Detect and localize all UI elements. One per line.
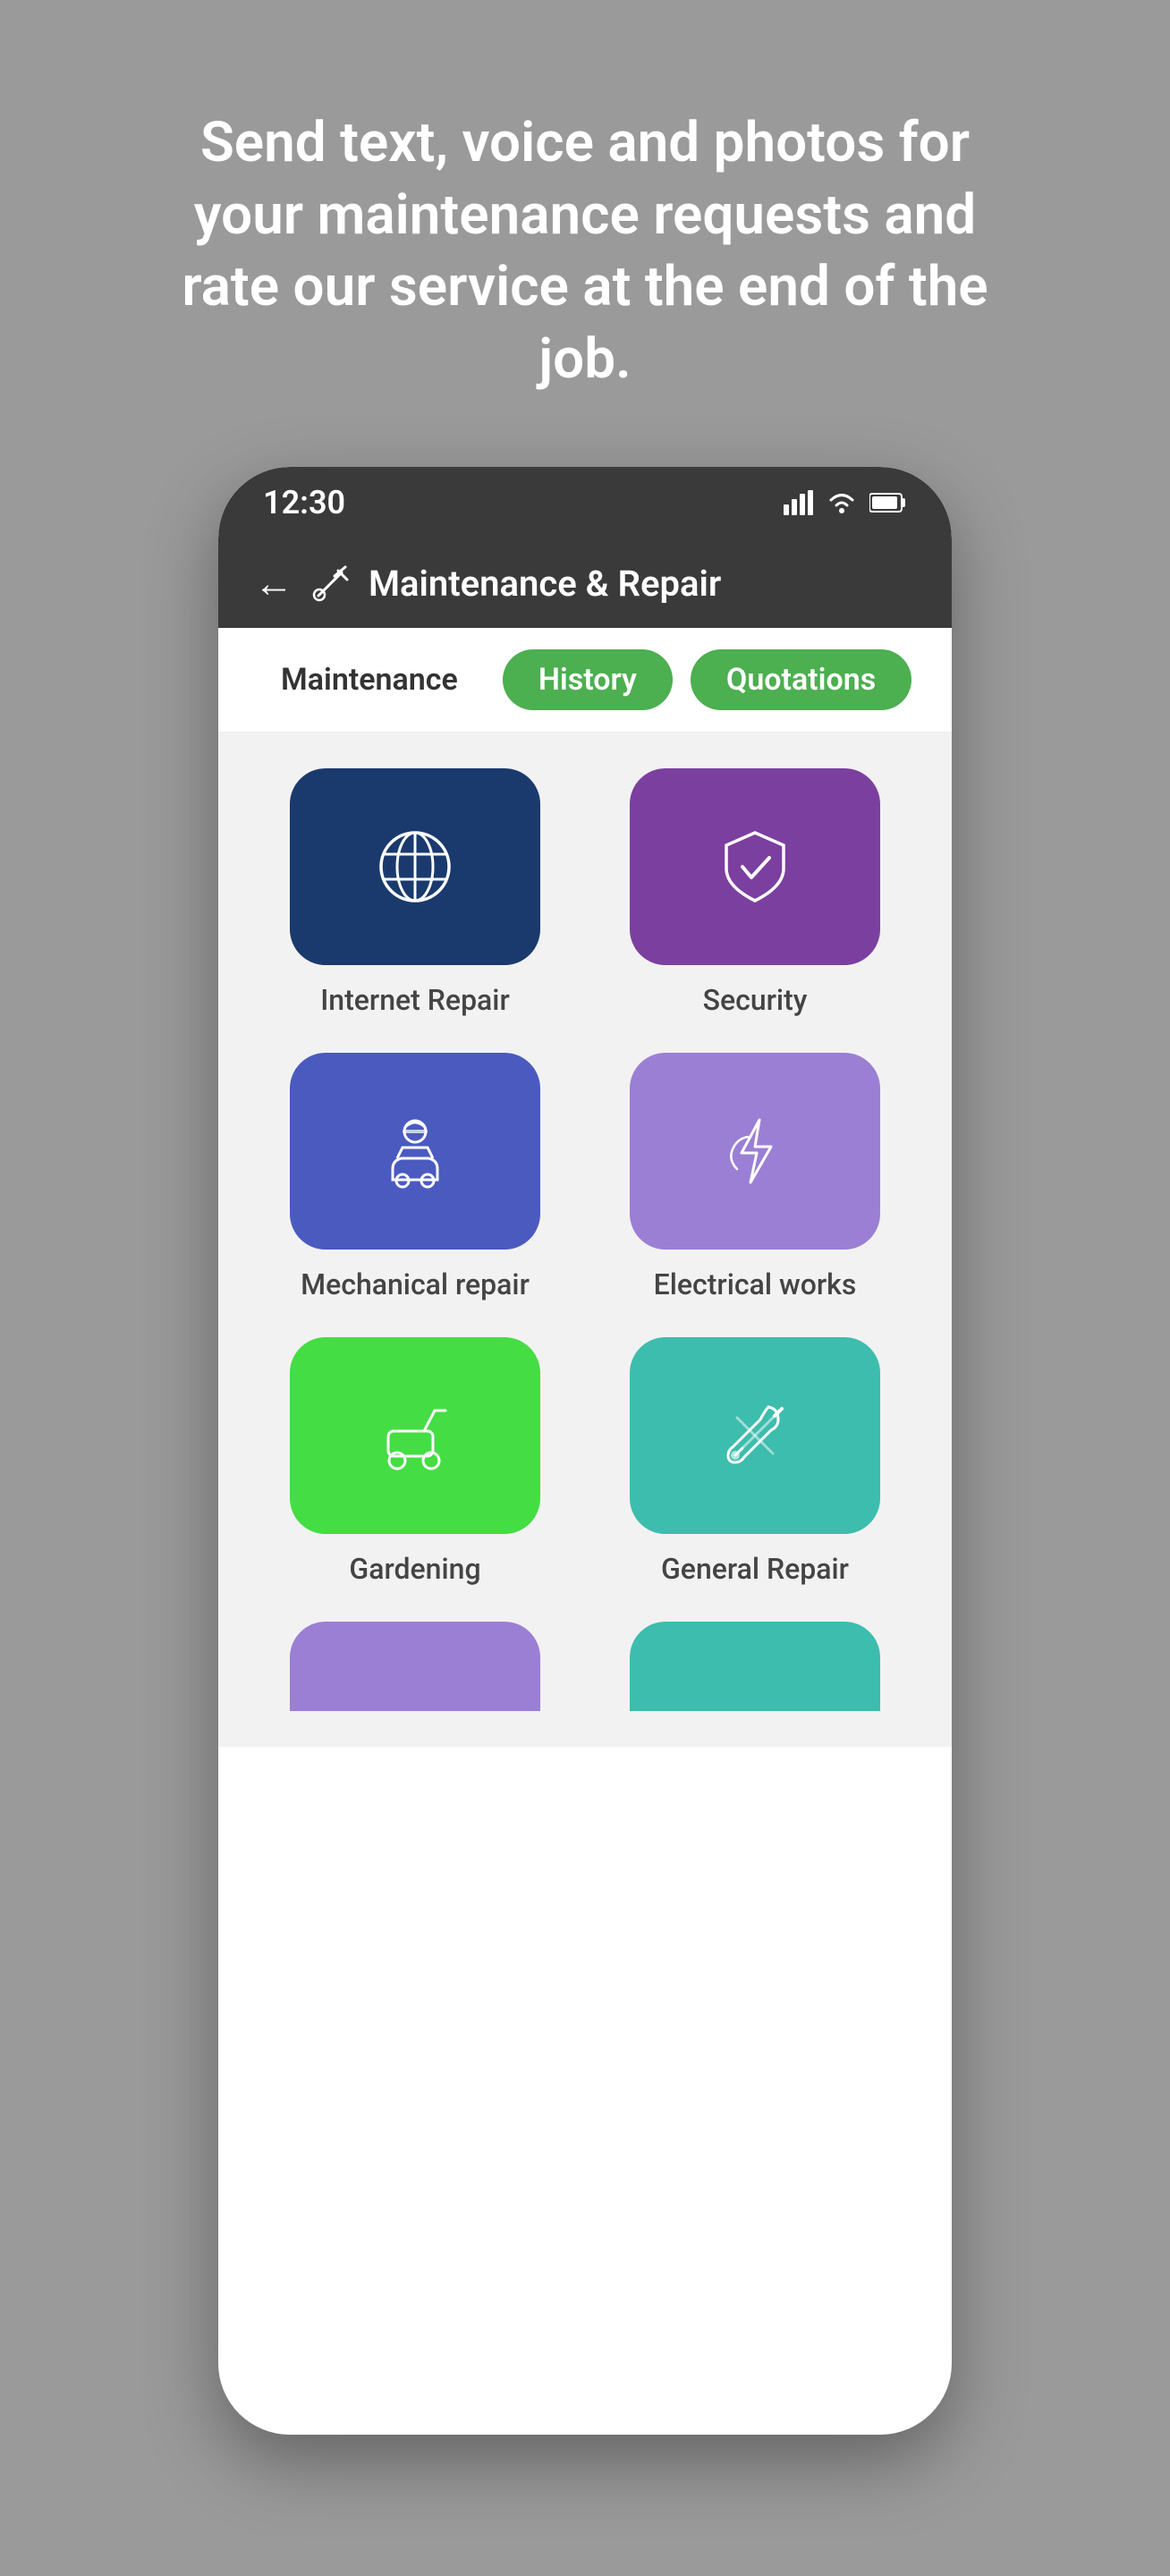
service-item-electrical-works[interactable]: Electrical works [603, 1053, 907, 1301]
service-item-partial-2[interactable] [603, 1622, 907, 1711]
battery-icon [869, 492, 907, 513]
globe-icon [370, 822, 460, 911]
service-item-security[interactable]: Security [603, 768, 907, 1017]
service-item-partial-1[interactable] [263, 1622, 567, 1711]
service-label-internet: Internet Repair [320, 983, 510, 1017]
service-card-electrical [630, 1053, 880, 1250]
app-bar-title: Maintenance & Repair [369, 563, 721, 605]
tab-quotations[interactable]: Quotations [691, 649, 911, 710]
status-icons [784, 490, 907, 515]
service-card-mechanical [290, 1053, 540, 1250]
services-grid: Internet Repair Security [263, 768, 907, 1586]
partial-services-row [263, 1622, 907, 1711]
service-card-gardening [290, 1337, 540, 1534]
status-time: 12:30 [263, 484, 345, 521]
back-button[interactable]: ← [254, 564, 293, 603]
shield-icon [710, 822, 800, 911]
phone-frame: 12:30 ← [218, 467, 952, 2435]
general-repair-icon [710, 1391, 800, 1480]
service-card-internet [290, 768, 540, 965]
service-label-electrical: Electrical works [654, 1267, 857, 1301]
service-label-security: Security [703, 983, 808, 1017]
service-item-internet-repair[interactable]: Internet Repair [263, 768, 567, 1017]
maintenance-icon [311, 564, 351, 603]
electrical-icon [710, 1106, 800, 1196]
status-bar: 12:30 [218, 467, 952, 538]
app-bar: ← Maintenance & Repair [218, 538, 952, 628]
service-label-gardening: Gardening [349, 1552, 480, 1586]
service-item-mechanical-repair[interactable]: Mechanical repair [263, 1053, 567, 1301]
hero-text: Send text, voice and photos for your mai… [93, 0, 1077, 467]
service-item-general-repair[interactable]: General Repair [603, 1337, 907, 1586]
tab-history[interactable]: History [503, 649, 673, 710]
service-card-security [630, 768, 880, 965]
partial-card-2 [630, 1622, 880, 1711]
tab-bar: Maintenance History Quotations [218, 628, 952, 733]
wifi-icon [827, 490, 857, 515]
content-area: Internet Repair Security [218, 733, 952, 1747]
tab-maintenance[interactable]: Maintenance [254, 649, 485, 710]
gardening-icon [370, 1391, 460, 1480]
partial-card-1 [290, 1622, 540, 1711]
mechanic-icon [370, 1106, 460, 1196]
signal-icon [784, 490, 814, 515]
service-label-general: General Repair [661, 1552, 849, 1586]
service-item-gardening[interactable]: Gardening [263, 1337, 567, 1586]
service-label-mechanical: Mechanical repair [301, 1267, 530, 1301]
service-card-general [630, 1337, 880, 1534]
